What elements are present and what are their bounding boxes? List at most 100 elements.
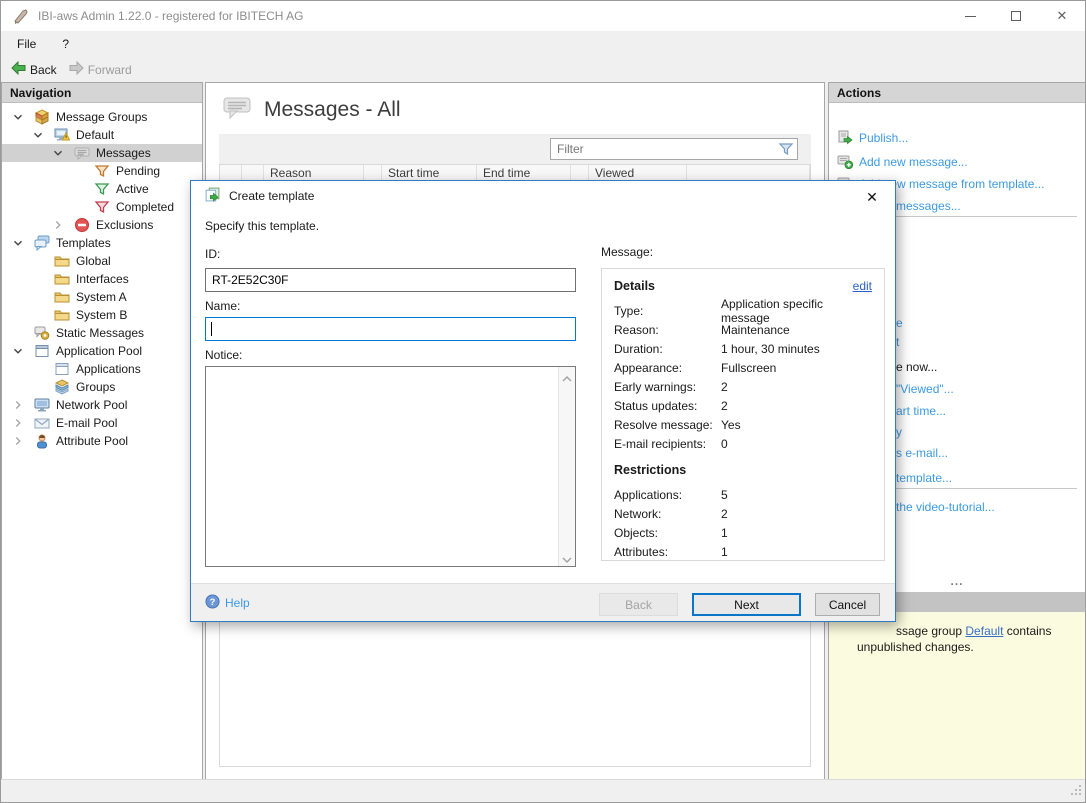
scroll-up-icon[interactable] bbox=[562, 372, 572, 380]
help-link[interactable]: ? Help bbox=[205, 594, 250, 612]
edit-link[interactable]: edit bbox=[853, 279, 872, 293]
column-header-blank[interactable] bbox=[364, 165, 382, 181]
detail-label: Reason: bbox=[614, 323, 721, 337]
funnel-completed-icon bbox=[94, 199, 110, 215]
restriction-row-network: Network:2 bbox=[614, 504, 872, 523]
detail-value: 0 bbox=[721, 437, 728, 451]
tree-item-message-groups[interactable]: Message Groups bbox=[2, 108, 202, 126]
tree-item-static-messages[interactable]: Static Messages bbox=[2, 324, 202, 342]
back-dialog-button[interactable]: Back bbox=[599, 593, 678, 616]
column-header-blank[interactable] bbox=[242, 165, 264, 181]
column-header-blank[interactable] bbox=[220, 165, 242, 181]
detail-row-e-mail-recipients: E-mail recipients:0 bbox=[614, 434, 872, 453]
action-fragment[interactable]: messages... bbox=[896, 199, 961, 214]
chevron-spacer bbox=[30, 307, 46, 323]
menu-help[interactable]: ? bbox=[52, 33, 79, 55]
restriction-value: 1 bbox=[721, 545, 728, 559]
restriction-row-attributes: Attributes:1 bbox=[614, 542, 872, 561]
column-header-blank[interactable] bbox=[571, 165, 589, 181]
chevron-right-icon[interactable] bbox=[10, 433, 26, 449]
menu-file[interactable]: File bbox=[7, 33, 46, 55]
nav-toolbar: Back Forward bbox=[1, 57, 1085, 82]
close-icon: ✕ bbox=[866, 189, 878, 206]
tree-item-system-b[interactable]: System B bbox=[2, 306, 202, 324]
chevron-down-icon[interactable] bbox=[30, 127, 46, 143]
name-input[interactable] bbox=[205, 317, 576, 341]
back-button[interactable]: Back bbox=[5, 59, 63, 80]
restrictions-rows: Applications:5Network:2Objects:1Attribut… bbox=[614, 485, 872, 561]
funnel-active-icon bbox=[94, 181, 110, 197]
restriction-label: Applications: bbox=[614, 488, 721, 502]
action-fragment[interactable]: the video-tutorial... bbox=[896, 500, 995, 515]
tree-item-e-mail-pool[interactable]: E-mail Pool bbox=[2, 414, 202, 432]
create-template-icon bbox=[204, 186, 221, 206]
action-fragment[interactable]: "Viewed"... bbox=[896, 382, 954, 397]
cancel-button[interactable]: Cancel bbox=[815, 593, 880, 616]
tree-item-label: Message Groups bbox=[56, 110, 147, 124]
filter-input[interactable] bbox=[550, 138, 798, 160]
action-fragment[interactable]: y bbox=[896, 425, 902, 440]
tree-item-pending[interactable]: Pending bbox=[2, 162, 202, 180]
tree-item-attribute-pool[interactable]: Attribute Pool bbox=[2, 432, 202, 450]
tree-item-completed[interactable]: Completed bbox=[2, 198, 202, 216]
chevron-spacer bbox=[30, 253, 46, 269]
tree-item-messages[interactable]: Messages bbox=[2, 144, 202, 162]
tree-item-label: Groups bbox=[76, 380, 115, 394]
tree-item-global[interactable]: Global bbox=[2, 252, 202, 270]
chevron-right-icon[interactable] bbox=[10, 397, 26, 413]
next-button[interactable]: Next bbox=[692, 593, 801, 616]
chevron-down-icon[interactable] bbox=[10, 109, 26, 125]
minimize-button[interactable] bbox=[947, 1, 993, 31]
tree-item-exclusions[interactable]: Exclusions bbox=[2, 216, 202, 234]
message-summary-box: Details edit Type:Application specific m… bbox=[601, 268, 885, 561]
column-header-blank[interactable] bbox=[687, 165, 810, 181]
default-group-link[interactable]: Default bbox=[965, 624, 1003, 638]
detail-label: Appearance: bbox=[614, 361, 721, 375]
action-fragment[interactable]: e bbox=[896, 316, 903, 331]
column-header-start-time[interactable]: Start time bbox=[382, 165, 477, 181]
notice-textarea[interactable] bbox=[206, 367, 558, 566]
action-fragment[interactable]: template... bbox=[896, 471, 952, 486]
column-header-reason[interactable]: Reason bbox=[264, 165, 364, 181]
tree-item-system-a[interactable]: System A bbox=[2, 288, 202, 306]
tree-item-interfaces[interactable]: Interfaces bbox=[2, 270, 202, 288]
tree-item-network-pool[interactable]: Network Pool bbox=[2, 396, 202, 414]
tree-item-label: Global bbox=[76, 254, 111, 268]
tree-item-label: Applications bbox=[76, 362, 141, 376]
network-pool-icon bbox=[34, 397, 50, 413]
dialog-close-button[interactable]: ✕ bbox=[859, 185, 885, 209]
tree-item-templates[interactable]: Templates bbox=[2, 234, 202, 252]
maximize-button[interactable] bbox=[993, 1, 1039, 31]
actions-separator bbox=[896, 216, 1077, 217]
chevron-right-icon[interactable] bbox=[50, 217, 66, 233]
chevron-down-icon[interactable] bbox=[50, 145, 66, 161]
tree-item-default[interactable]: Default bbox=[2, 126, 202, 144]
scrollbar[interactable] bbox=[558, 367, 575, 566]
column-header-end-time[interactable]: End time bbox=[477, 165, 571, 181]
chevron-spacer bbox=[30, 289, 46, 305]
action-publish[interactable]: Publish... bbox=[837, 127, 908, 149]
column-header-viewed[interactable]: Viewed bbox=[589, 165, 687, 181]
tree-item-label: Application Pool bbox=[56, 344, 142, 358]
tree-item-active[interactable]: Active bbox=[2, 180, 202, 198]
tree-item-application-pool[interactable]: Application Pool bbox=[2, 342, 202, 360]
tree-item-groups[interactable]: Groups bbox=[2, 378, 202, 396]
notice-label: Notice: bbox=[205, 348, 242, 362]
action-fragment[interactable]: art time... bbox=[896, 404, 946, 419]
resize-grip[interactable] bbox=[1070, 784, 1082, 799]
tree-item-label: Templates bbox=[56, 236, 111, 250]
detail-label: Type: bbox=[614, 304, 721, 318]
scroll-down-icon[interactable] bbox=[562, 553, 572, 561]
action-fragment[interactable]: t bbox=[896, 335, 899, 350]
chevron-down-icon[interactable] bbox=[10, 235, 26, 251]
chevron-right-icon[interactable] bbox=[10, 415, 26, 431]
tree-item-applications[interactable]: Applications bbox=[2, 360, 202, 378]
action-fragment[interactable]: s e-mail... bbox=[896, 446, 948, 461]
forward-button[interactable]: Forward bbox=[63, 59, 138, 80]
chevron-down-icon[interactable] bbox=[10, 343, 26, 359]
close-button[interactable]: ✕ bbox=[1039, 1, 1085, 31]
tree-item-label: Completed bbox=[116, 200, 174, 214]
id-input[interactable] bbox=[205, 268, 576, 292]
tree-item-label: Static Messages bbox=[56, 326, 144, 340]
action-add-new-message[interactable]: Add new message... bbox=[837, 151, 968, 173]
